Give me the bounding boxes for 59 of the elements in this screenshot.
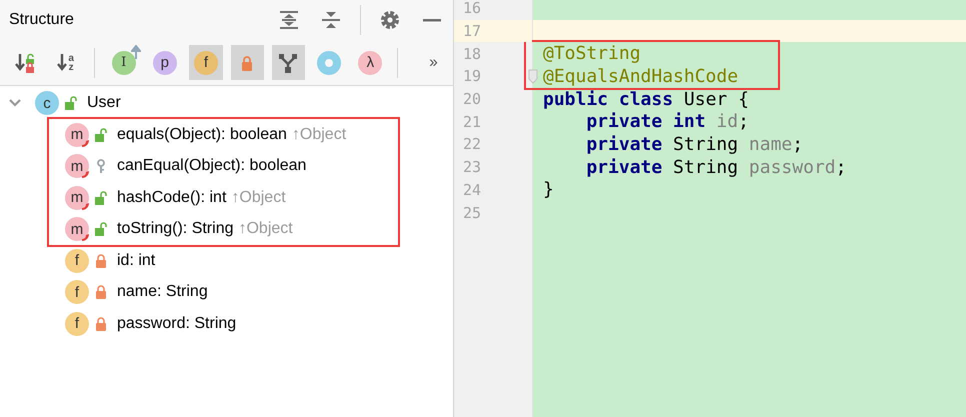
inherited-from: ↑Object xyxy=(231,188,286,207)
ring-icon xyxy=(317,50,342,74)
tree-item[interactable]: id: int xyxy=(117,252,156,270)
key-icon xyxy=(95,159,107,174)
fold-marker-icon[interactable] xyxy=(528,69,538,84)
unlocked-icon xyxy=(65,96,77,110)
collapse-all-icon[interactable] xyxy=(321,10,341,30)
hierarchy-button[interactable] xyxy=(272,45,305,80)
line-number: 16 xyxy=(463,0,482,18)
code-line: public class User { xyxy=(543,88,749,110)
lock-icon xyxy=(95,316,107,331)
code-line: private int id; xyxy=(585,111,749,132)
tree-item[interactable]: equals(Object): boolean xyxy=(117,126,287,144)
line-number: 22 xyxy=(463,135,482,154)
tree-item[interactable]: User xyxy=(87,94,121,112)
line-number: 23 xyxy=(463,158,482,176)
code-line: } xyxy=(543,179,554,200)
tree-item[interactable]: password: String xyxy=(117,314,236,333)
method-icon: m xyxy=(65,154,89,178)
show-fields-button[interactable]: f xyxy=(189,45,223,80)
field-icon: f xyxy=(65,248,89,273)
code-line: @EqualsAndHashCode xyxy=(543,66,738,87)
method-icon: m xyxy=(65,217,89,242)
hierarchy-icon xyxy=(278,52,298,72)
line-number: 24 xyxy=(463,180,482,199)
sort-arrow-icon xyxy=(57,52,68,72)
tree-item[interactable]: name: String xyxy=(117,283,208,302)
unlocked-icon xyxy=(95,128,107,142)
sort-visibility-icon xyxy=(14,52,36,74)
field-icon: f xyxy=(65,312,89,336)
code-line: private String name; xyxy=(585,134,804,155)
code-line: private String password; xyxy=(585,156,846,178)
field-icon: f xyxy=(65,280,89,304)
expand-all-icon[interactable] xyxy=(279,10,299,30)
line-number: 20 xyxy=(463,90,482,108)
inherited-from: ↑Object xyxy=(238,220,293,238)
lock-icon xyxy=(95,254,107,268)
unlocked-icon xyxy=(95,190,107,205)
lock-icon xyxy=(240,54,254,70)
code-line: @ToString xyxy=(543,43,641,64)
line-number: 21 xyxy=(463,112,482,131)
method-icon: m xyxy=(65,122,89,147)
tree-item[interactable]: toString(): String xyxy=(117,220,234,238)
method-icon: m xyxy=(65,186,89,210)
more-button[interactable]: ›› xyxy=(416,45,450,80)
tree-item[interactable]: hashCode(): int xyxy=(117,188,226,207)
line-number: 18 xyxy=(463,44,482,63)
line-number: 19 xyxy=(463,67,482,86)
lock-icon xyxy=(95,285,107,300)
unlocked-icon xyxy=(95,222,107,236)
class-icon: c xyxy=(35,91,59,116)
line-number: 25 xyxy=(463,204,482,222)
panel-title: Structure xyxy=(9,11,75,29)
tree-item[interactable]: canEqual(Object): boolean xyxy=(117,157,306,176)
line-number: 17 xyxy=(463,22,482,40)
inherited-from: ↑Object xyxy=(292,126,346,144)
sort-alphabetically-button[interactable]: a z xyxy=(49,45,82,80)
up-arrow-icon xyxy=(130,44,141,58)
settings-icon[interactable] xyxy=(380,10,400,30)
